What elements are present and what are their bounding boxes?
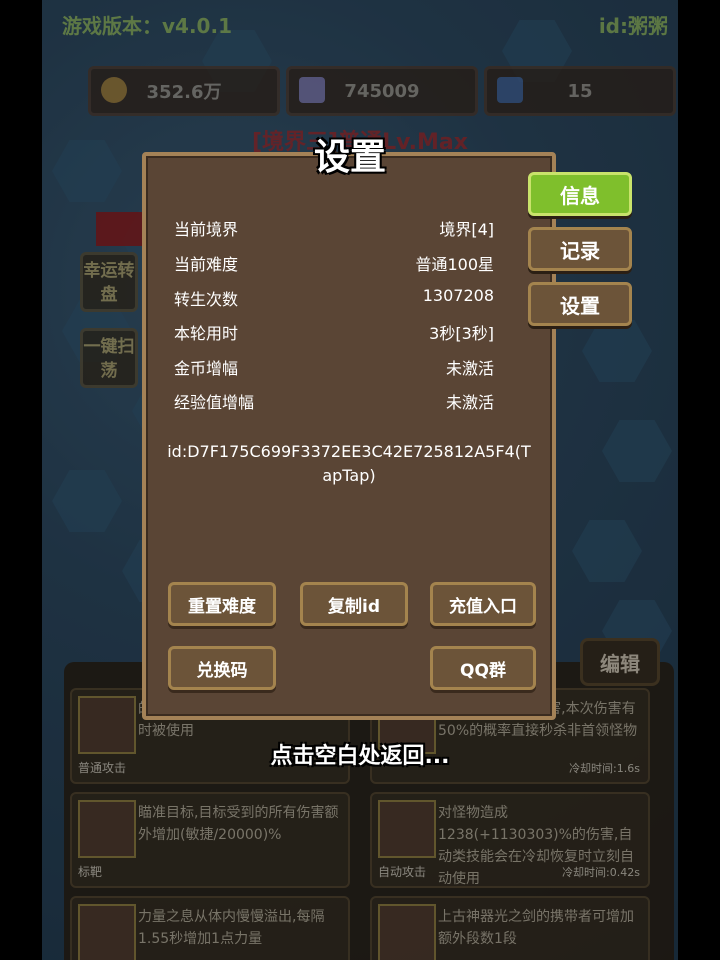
info-row-gold-boost: 金币增幅 未激活: [174, 359, 494, 378]
account-id: id:D7F175C699F3372EE3C42E725812A5F4(TapT…: [167, 442, 531, 485]
tab-records[interactable]: 记录: [528, 227, 632, 271]
tab-info[interactable]: 信息: [528, 172, 632, 216]
redeem-code-button[interactable]: 兑换码: [168, 646, 276, 690]
info-row-round-time: 本轮用时 3秒[3秒]: [174, 324, 494, 343]
info-row-realm: 当前境界 境界[4]: [174, 220, 494, 239]
info-row-difficulty: 当前难度 普通100星: [174, 255, 494, 274]
tab-settings[interactable]: 设置: [528, 282, 632, 326]
recharge-button[interactable]: 充值入口: [430, 582, 536, 626]
info-row-exp-boost: 经验值增幅 未激活: [174, 393, 494, 412]
dialog-title: 设置: [313, 137, 386, 178]
copy-id-button[interactable]: 复制id: [300, 582, 408, 626]
info-row-rebirths: 转生次数 1307208: [174, 286, 494, 309]
settings-dialog: 当前境界 境界[4] 当前难度 普通100星 转生次数 1307208 本轮用时 3秒[…: [142, 152, 556, 720]
close-hint: 点击空白处返回...: [270, 744, 450, 769]
qq-group-button[interactable]: QQ群: [430, 646, 536, 690]
reset-difficulty-button[interactable]: 重置难度: [168, 582, 276, 626]
